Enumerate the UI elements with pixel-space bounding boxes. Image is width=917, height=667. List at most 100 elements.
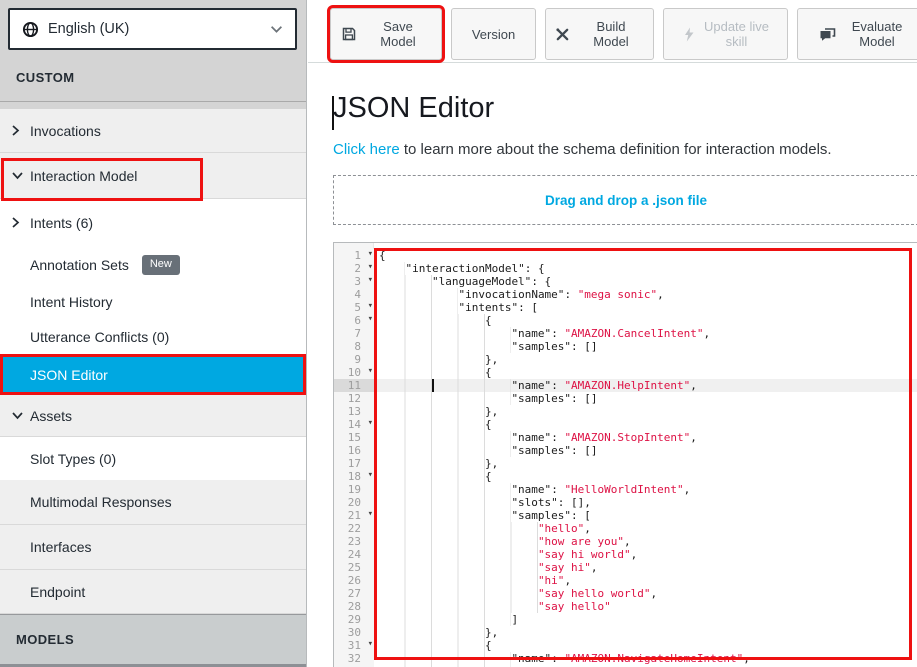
button-label: Evaluate Model xyxy=(844,19,910,49)
update-live-skill-button[interactable]: Update live skill xyxy=(663,8,788,60)
fold-arrow-icon[interactable]: ▾ xyxy=(368,469,373,482)
language-selector[interactable]: English (UK) xyxy=(8,8,297,50)
code-text[interactable]: "slots": [], xyxy=(374,496,917,509)
schema-help-rest: to learn more about the schema definitio… xyxy=(400,141,832,158)
code-text[interactable]: "say hi", xyxy=(374,561,917,574)
sidebar-item-assets[interactable]: Assets xyxy=(0,395,306,437)
sidebar-item-multimodal-responses[interactable]: Multimodal Responses xyxy=(0,480,306,525)
line-number: 15 xyxy=(334,431,374,444)
code-text[interactable]: }, xyxy=(374,626,917,639)
button-label: Build Model xyxy=(578,19,644,49)
sidebar-item-utterance-conflicts-0[interactable]: Utterance Conflicts (0) xyxy=(0,320,306,354)
code-text[interactable]: "name": "AMAZON.HelpIntent", xyxy=(374,379,917,392)
sidebar-item-label: Multimodal Responses xyxy=(30,494,172,510)
toolbar: Save Model Version Build Model Update live … xyxy=(308,0,917,63)
code-text[interactable]: { xyxy=(374,470,917,483)
code-text[interactable]: "say hi world", xyxy=(374,548,917,561)
sidebar-item-annotation-sets[interactable]: Annotation SetsNew xyxy=(0,246,306,283)
code-text[interactable]: "samples": [] xyxy=(374,392,917,405)
code-text[interactable]: "samples": [] xyxy=(374,444,917,457)
line-number: 25 xyxy=(334,561,374,574)
sidebar-item-intent-history[interactable]: Intent History xyxy=(0,283,306,320)
code-text[interactable]: }, xyxy=(374,353,917,366)
code-text[interactable]: }, xyxy=(374,457,917,470)
chevron-down-icon xyxy=(11,411,24,420)
code-text[interactable]: "hi", xyxy=(374,574,917,587)
code-text[interactable]: { xyxy=(374,366,917,379)
code-line-2: 2▾"interactionModel": { xyxy=(334,262,917,275)
sidebar-item-slot-types-0[interactable]: Slot Types (0) xyxy=(0,437,306,480)
code-text[interactable]: }, xyxy=(374,405,917,418)
code-text[interactable]: "languageModel": { xyxy=(374,275,917,288)
evaluate-model-button[interactable]: Evaluate Model xyxy=(797,8,917,60)
editor-cursor xyxy=(432,379,434,392)
save-model-button[interactable]: Save Model xyxy=(330,8,442,60)
code-text[interactable]: "invocationName": "mega sonic", xyxy=(374,288,917,301)
line-number: 28 xyxy=(334,600,374,613)
schema-help-text: Click here to learn more about the schem… xyxy=(333,141,832,158)
code-text[interactable]: "name": "AMAZON.CancelIntent", xyxy=(374,327,917,340)
fold-arrow-icon[interactable]: ▾ xyxy=(368,508,373,521)
fold-arrow-icon[interactable]: ▾ xyxy=(368,261,373,274)
page-title: JSON Editor xyxy=(333,92,494,125)
sidebar-item-json-editor[interactable]: JSON Editor xyxy=(0,354,306,395)
sidebar: English (UK) CUSTOM InvocationsInteracti… xyxy=(0,0,307,667)
code-text[interactable]: { xyxy=(374,314,917,327)
json-dropzone[interactable]: Drag and drop a .json file xyxy=(333,175,917,225)
code-line-5: 5▾"intents": [ xyxy=(334,301,917,314)
fold-arrow-icon[interactable]: ▾ xyxy=(368,274,373,287)
sidebar-item-label: Annotation Sets xyxy=(30,257,129,273)
sidebar-item-interaction-model[interactable]: Interaction Model xyxy=(0,153,306,199)
sidebar-item-intents-6[interactable]: Intents (6) xyxy=(0,199,306,246)
code-text[interactable]: "intents": [ xyxy=(374,301,917,314)
fold-arrow-icon[interactable]: ▾ xyxy=(368,248,373,261)
dropzone-label: Drag and drop a .json file xyxy=(545,193,707,208)
json-code-editor[interactable]: 1▾{2▾"interactionModel": {3▾"languageMod… xyxy=(333,242,917,667)
code-text[interactable]: { xyxy=(374,418,917,431)
sidebar-item-label: Assets xyxy=(30,408,72,424)
code-line-20: 20"slots": [], xyxy=(334,496,917,509)
code-text[interactable]: "how are you", xyxy=(374,535,917,548)
code-text[interactable]: "name": "HelloWorldIntent", xyxy=(374,483,917,496)
fold-arrow-icon[interactable]: ▾ xyxy=(368,417,373,430)
fold-arrow-icon[interactable]: ▾ xyxy=(368,300,373,313)
code-text[interactable]: { xyxy=(374,249,917,262)
code-line-26: 26"hi", xyxy=(334,574,917,587)
code-line-30: 30}, xyxy=(334,626,917,639)
code-text[interactable]: "hello", xyxy=(374,522,917,535)
code-text[interactable]: "name": "AMAZON.NavigateHomeIntent", xyxy=(374,652,917,665)
button-label: Save Model xyxy=(365,19,431,49)
version-button[interactable]: Version xyxy=(451,8,536,60)
code-line-21: 21▾"samples": [ xyxy=(334,509,917,522)
line-number: 14▾ xyxy=(334,418,374,431)
code-text[interactable]: "interactionModel": { xyxy=(374,262,917,275)
build-model-button[interactable]: Build Model xyxy=(545,8,654,60)
code-text[interactable]: "samples": [ xyxy=(374,509,917,522)
code-text[interactable]: "say hello" xyxy=(374,600,917,613)
code-text[interactable]: ] xyxy=(374,613,917,626)
code-line-4: 4"invocationName": "mega sonic", xyxy=(334,288,917,301)
code-text[interactable]: "samples": [] xyxy=(374,340,917,353)
fold-arrow-icon[interactable]: ▾ xyxy=(368,638,373,651)
click-here-link[interactable]: Click here xyxy=(333,141,400,158)
sidebar-item-label: Invocations xyxy=(30,123,101,139)
code-text[interactable]: "name": "AMAZON.StopIntent", xyxy=(374,431,917,444)
line-number: 29 xyxy=(334,613,374,626)
code-line-9: 9}, xyxy=(334,353,917,366)
code-text[interactable]: "say hello world", xyxy=(374,587,917,600)
code-line-25: 25"say hi", xyxy=(334,561,917,574)
sidebar-item-label: Interaction Model xyxy=(30,168,137,184)
fold-arrow-icon[interactable]: ▾ xyxy=(368,313,373,326)
code-line-16: 16"samples": [] xyxy=(334,444,917,457)
line-number: 22 xyxy=(334,522,374,535)
code-line-31: 31▾{ xyxy=(334,639,917,652)
main-panel: Save Model Version Build Model Update live … xyxy=(308,0,917,667)
sidebar-item-endpoint[interactable]: Endpoint xyxy=(0,570,306,614)
sidebar-item-invocations[interactable]: Invocations xyxy=(0,109,306,153)
fold-arrow-icon[interactable]: ▾ xyxy=(368,365,373,378)
code-line-14: 14▾{ xyxy=(334,418,917,431)
code-line-17: 17}, xyxy=(334,457,917,470)
sidebar-item-interfaces[interactable]: Interfaces xyxy=(0,525,306,570)
code-line-22: 22"hello", xyxy=(334,522,917,535)
code-text[interactable]: { xyxy=(374,639,917,652)
